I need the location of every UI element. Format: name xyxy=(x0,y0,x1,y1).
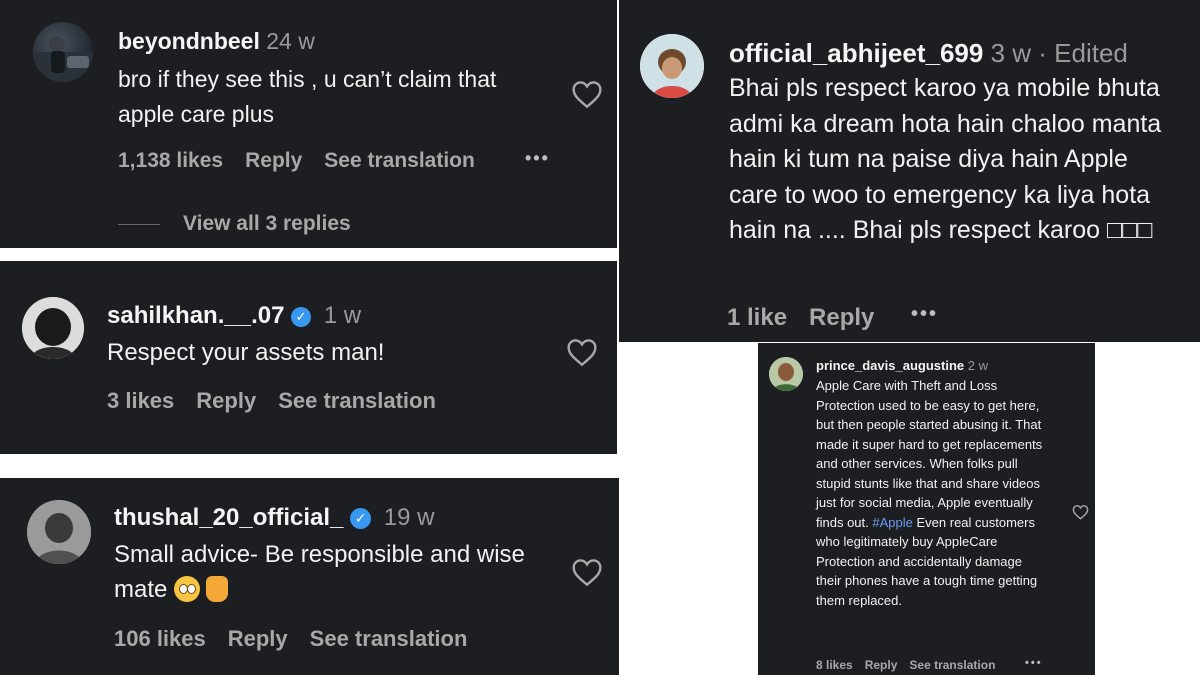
comment-header: sahilkhan.__.07 ✓ 1 w xyxy=(107,302,361,330)
comment-text: Bhai pls respect karoo ya mobile bhuta a… xyxy=(729,74,1162,245)
comment-actions: 1 like Reply xyxy=(727,304,896,332)
comment-card-thushal: thushal_20_official_ ✓ 19 w Small advice… xyxy=(0,478,619,675)
avatar[interactable] xyxy=(769,357,803,391)
like-heart-icon[interactable] xyxy=(571,79,603,109)
avatar-photo-icon xyxy=(769,357,803,391)
reply-button[interactable]: Reply xyxy=(228,626,288,651)
comment-card-beyondnbeel: beyondnbeel 24 w bro if they see this , … xyxy=(0,0,617,248)
avatar[interactable] xyxy=(640,34,704,98)
timestamp[interactable]: 2 w xyxy=(968,358,988,373)
likes-count[interactable]: 1,138 likes xyxy=(118,149,223,172)
comment-actions: 1,138 likes Reply See translation xyxy=(118,149,497,173)
avatar-photo-icon xyxy=(640,34,704,98)
more-options-icon[interactable]: ••• xyxy=(911,303,938,326)
comment-text: bro if they see this , u can’t claim tha… xyxy=(118,66,497,127)
reply-button[interactable]: Reply xyxy=(865,658,898,672)
reply-button[interactable]: Reply xyxy=(245,149,302,172)
timestamp[interactable]: 3 w · Edited xyxy=(991,38,1128,68)
comment-text-block: Apple Care with Theft and Loss Protectio… xyxy=(816,376,1048,610)
avatar-photo-icon xyxy=(33,36,93,82)
avatar[interactable] xyxy=(27,500,91,564)
comment-actions: 106 likes Reply See translation xyxy=(114,626,489,652)
see-translation-link[interactable]: See translation xyxy=(909,658,995,672)
avatar-photo-icon xyxy=(27,500,91,564)
timestamp[interactable]: 1 w xyxy=(324,302,361,329)
see-translation-link[interactable]: See translation xyxy=(310,626,468,651)
likes-count[interactable]: 1 like xyxy=(727,304,787,331)
like-heart-icon[interactable] xyxy=(566,337,598,367)
flushed-face-emoji-icon xyxy=(174,576,201,602)
see-translation-link[interactable]: See translation xyxy=(324,149,475,172)
comment-text: Respect your assets man! xyxy=(107,339,385,366)
like-heart-icon[interactable] xyxy=(571,557,603,587)
avatar[interactable] xyxy=(22,297,84,359)
comment-header: prince_davis_augustine 2 w xyxy=(816,358,988,373)
verified-badge-icon: ✓ xyxy=(291,306,312,327)
hashtag-link[interactable]: #Apple xyxy=(872,515,912,530)
username[interactable]: beyondnbeel xyxy=(118,28,260,54)
timestamp[interactable]: 19 w xyxy=(384,504,435,531)
username[interactable]: thushal_20_official_ xyxy=(114,504,343,531)
comment-actions: 8 likes Reply See translation xyxy=(816,658,1017,672)
more-options-icon[interactable]: ••• xyxy=(1025,657,1043,669)
comment-card-prince-davis: prince_davis_augustine 2 w Apple Care wi… xyxy=(758,343,1095,675)
crossed-fingers-emoji-icon xyxy=(206,576,229,602)
comment-text-block: Small advice- Be responsible and wise ma… xyxy=(114,537,534,607)
comment-header: thushal_20_official_ ✓ 19 w xyxy=(114,504,434,532)
verified-badge-icon: ✓ xyxy=(350,508,372,530)
view-replies-button[interactable]: View all 3 replies xyxy=(183,212,351,236)
more-options-icon[interactable]: ••• xyxy=(525,148,550,169)
likes-count[interactable]: 106 likes xyxy=(114,626,206,651)
reply-button[interactable]: Reply xyxy=(196,388,256,413)
username[interactable]: official_abhijeet_699 xyxy=(729,38,983,68)
comment-card-official-abhijeet: official_abhijeet_699 3 w · Edited Bhai … xyxy=(619,0,1200,342)
like-heart-icon[interactable] xyxy=(1072,504,1089,520)
see-translation-link[interactable]: See translation xyxy=(278,388,436,413)
likes-count[interactable]: 8 likes xyxy=(816,658,853,672)
avatar-photo-icon xyxy=(22,297,84,359)
comment-card-sahilkhan: sahilkhan.__.07 ✓ 1 w Respect your asset… xyxy=(0,261,617,454)
reply-button[interactable]: Reply xyxy=(809,304,874,331)
username[interactable]: prince_davis_augustine xyxy=(816,358,964,373)
likes-count[interactable]: 3 likes xyxy=(107,388,174,413)
username[interactable]: sahilkhan.__.07 xyxy=(107,302,284,329)
avatar[interactable] xyxy=(33,22,93,82)
comment-text: Apple Care with Theft and Loss Protectio… xyxy=(816,378,1043,530)
comment-actions: 3 likes Reply See translation xyxy=(107,388,458,414)
comment-header: beyondnbeel 24 w xyxy=(118,28,315,55)
view-replies-divider xyxy=(118,224,160,225)
comment-header: official_abhijeet_699 3 w · Edited xyxy=(729,38,1128,69)
timestamp[interactable]: 24 w xyxy=(266,28,315,54)
